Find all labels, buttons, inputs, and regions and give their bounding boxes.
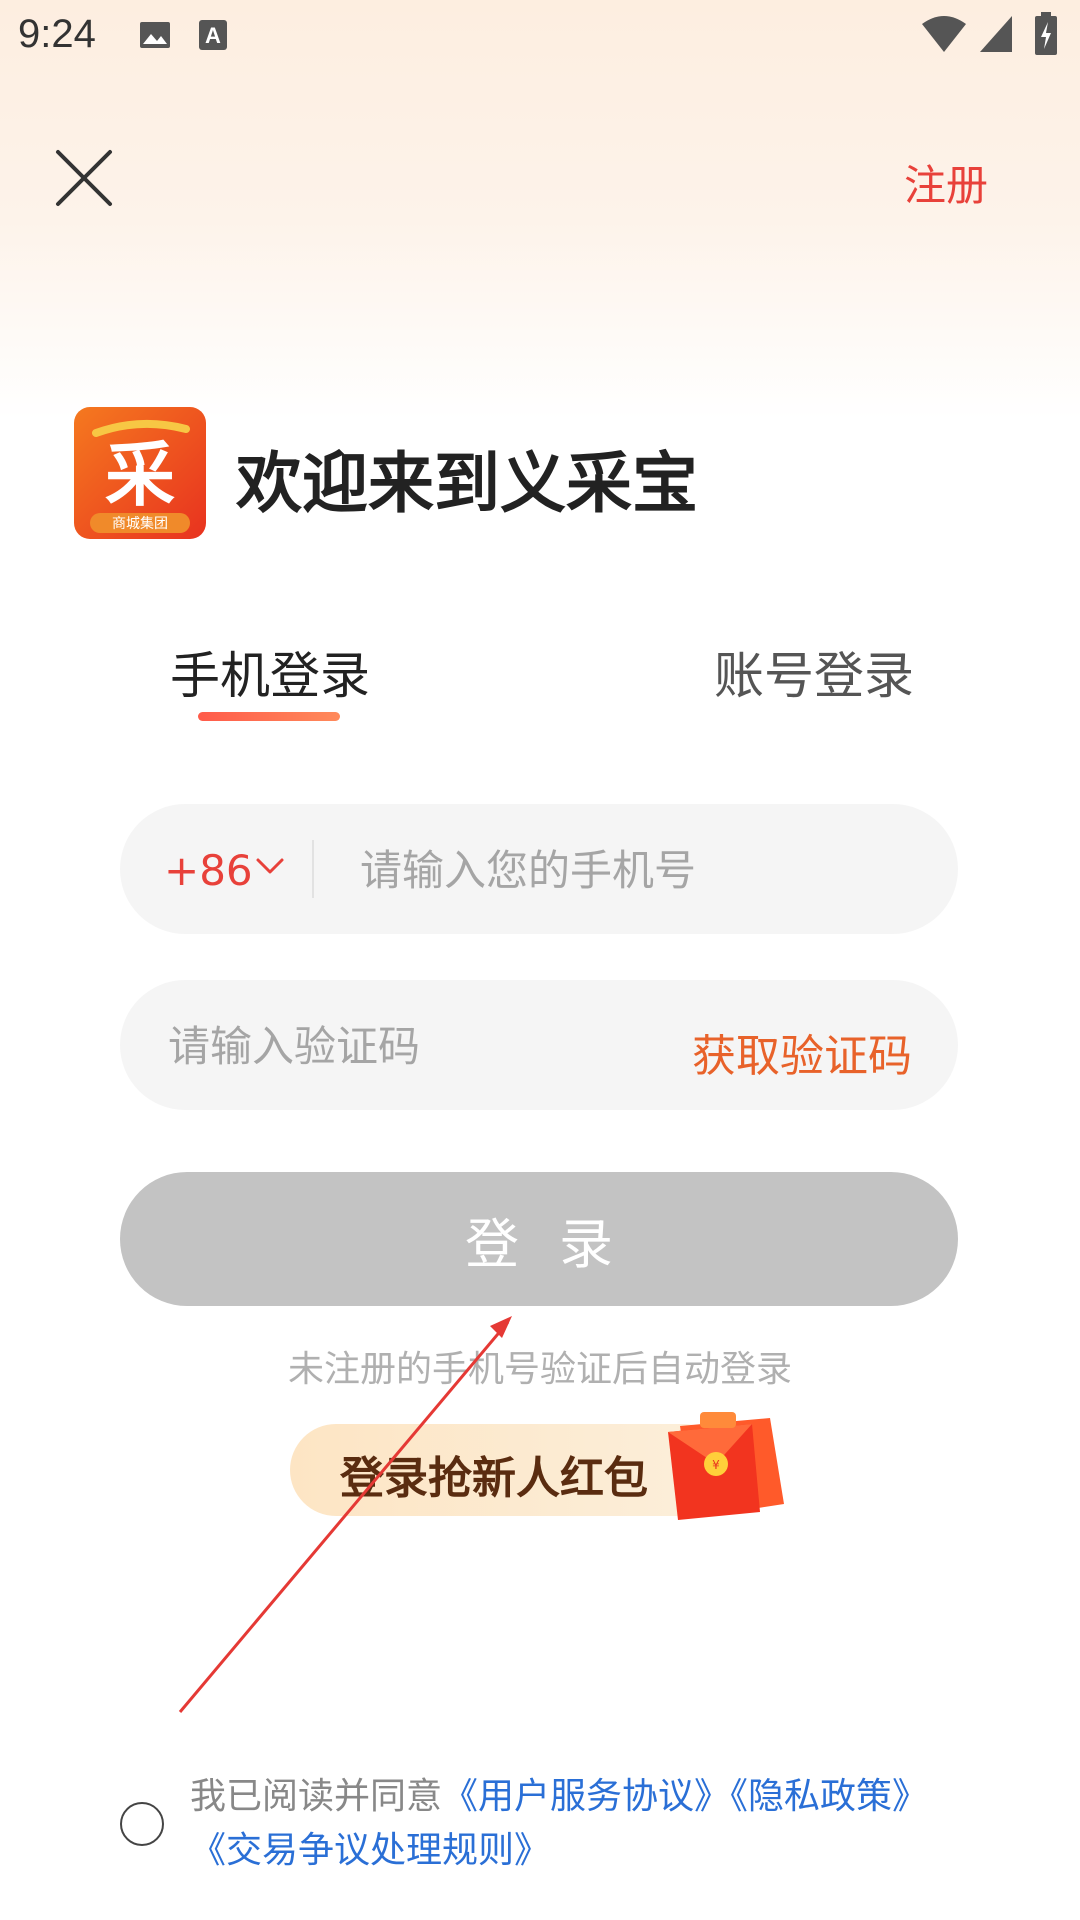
register-link[interactable]: 注册 [904, 152, 988, 213]
verification-code-field: 获取验证码 [120, 980, 958, 1110]
image-icon [140, 22, 170, 48]
dispute-rules-link[interactable]: 《交易争议处理规则》 [190, 1830, 550, 1871]
promo-label: 登录抢新人红包 [340, 1453, 648, 1504]
auto-register-note: 未注册的手机号验证后自动登录 [287, 1349, 792, 1390]
wifi-icon [922, 16, 966, 52]
logo-glyph: 采 [105, 434, 175, 516]
active-tab-indicator [198, 712, 340, 721]
tab-phone-login[interactable]: 手机登录 [170, 636, 370, 708]
agreement-prefix: 我已阅读并同意 [190, 1776, 443, 1817]
verification-code-input[interactable] [166, 1014, 650, 1078]
status-time: 9:24 [18, 12, 96, 56]
battery-icon [1035, 12, 1057, 55]
login-button[interactable]: 登录 [120, 1172, 958, 1306]
svg-text:¥: ¥ [712, 1458, 720, 1472]
close-icon[interactable] [48, 142, 120, 214]
status-bar: 9:24 A [0, 0, 1080, 72]
welcome-title: 欢迎来到义采宝 [236, 445, 698, 522]
chevron-down-icon[interactable] [254, 854, 286, 878]
red-packet-icon: ¥ [668, 1412, 784, 1520]
get-code-button[interactable]: 获取验证码 [692, 1020, 912, 1084]
annotation-arrow [178, 1316, 512, 1713]
logo-subtext: 商城集团 [112, 515, 168, 532]
agreement-text: 我已阅读并同意《用户服务协议》《隐私政策》《交易争议处理规则》 [190, 1770, 990, 1878]
phone-field: +86 [120, 804, 958, 934]
a-icon: A [199, 20, 227, 50]
phone-input[interactable] [358, 838, 922, 902]
field-divider [312, 840, 314, 898]
privacy-policy-link[interactable]: 《隐私政策》 [730, 1776, 928, 1817]
svg-text:A: A [205, 23, 221, 48]
tab-account-login[interactable]: 账号登录 [714, 636, 914, 708]
app-logo: 采 商城集团 [74, 407, 206, 539]
user-service-agreement-link[interactable]: 《用户服务协议》 [442, 1776, 730, 1817]
country-code-selector[interactable]: +86 [164, 846, 253, 895]
signal-icon [980, 16, 1012, 52]
agreement-checkbox[interactable] [120, 1802, 164, 1846]
